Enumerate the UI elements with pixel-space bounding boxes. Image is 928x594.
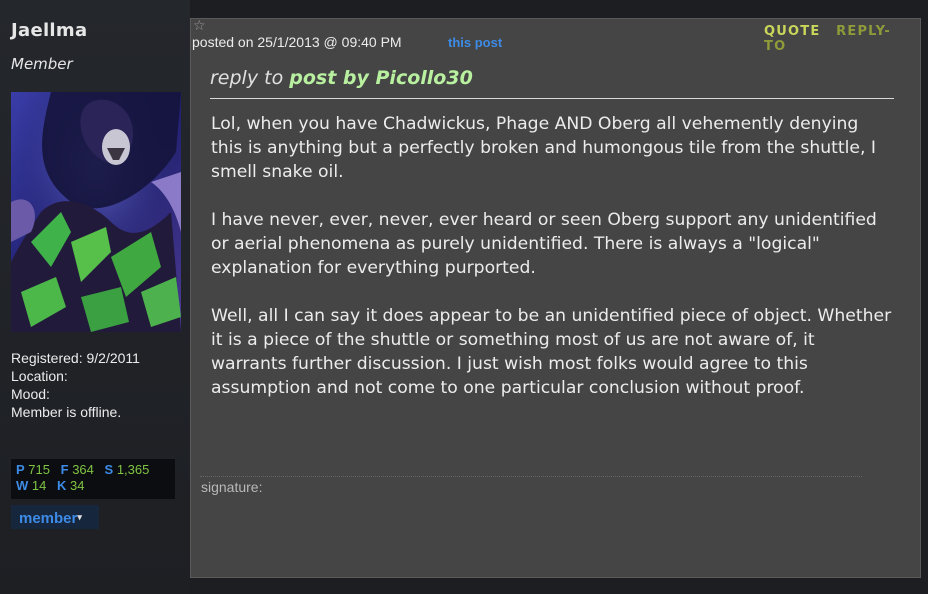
stat-f-value: 364 xyxy=(72,462,94,477)
stat-p-key: P xyxy=(16,462,25,477)
user-stats: P 715 F 364 S 1,365 W 14 K 34 xyxy=(11,459,175,499)
post-panel: ☆ posted on 25/1/2013 @ 09:40 PM this po… xyxy=(190,18,921,578)
location: Location: xyxy=(11,368,68,384)
registered-date: Registered: 9/2/2011 xyxy=(11,350,140,366)
posted-on: posted on 25/1/2013 @ 09:40 PM xyxy=(192,34,402,50)
stat-f-key: F xyxy=(60,462,69,477)
online-status: Member is offline. xyxy=(11,404,122,420)
avatar xyxy=(11,92,181,332)
signature-divider xyxy=(200,476,862,477)
user-rank: Member xyxy=(11,55,73,73)
stat-w-key: W xyxy=(16,478,29,493)
stat-k-key: K xyxy=(57,478,67,493)
signature-label: signature: xyxy=(201,479,263,495)
username[interactable]: Jaellma xyxy=(11,20,87,41)
this-post-link[interactable]: this post xyxy=(448,35,502,50)
post-paragraph: Lol, when you have Chadwickus, Phage AND… xyxy=(211,114,876,182)
stat-p-value: 715 xyxy=(28,462,50,477)
quote-button[interactable]: QUOTE xyxy=(764,24,820,39)
stat-s-key: S xyxy=(104,462,114,477)
post-paragraph: I have never, ever, never, ever heard or… xyxy=(211,210,877,278)
post-paragraph: Well, all I can say it does appear to be… xyxy=(211,306,892,398)
stat-k-value: 34 xyxy=(70,478,85,493)
member-menu-button[interactable]: member▾ xyxy=(11,505,99,529)
avatar-image xyxy=(11,92,181,332)
reply-prefix: reply to xyxy=(210,67,284,89)
member-button-label: member xyxy=(19,510,78,527)
user-sidebar: Jaellma Member Registered: 9/2/2011 Loca… xyxy=(0,0,190,594)
star-icon[interactable]: ☆ xyxy=(193,18,206,34)
post-body: Lol, when you have Chadwickus, Phage AND… xyxy=(211,112,895,424)
post-actions: QUOTE REPLY-TO xyxy=(764,24,920,54)
reply-link[interactable]: post by Picollo30 xyxy=(289,67,473,89)
mood: Mood: xyxy=(11,386,50,402)
stat-s-value: 1,365 xyxy=(116,462,150,477)
caret-down-icon: ▾ xyxy=(77,512,82,522)
stat-w-value: 14 xyxy=(31,478,47,493)
user-meta: Registered: 9/2/2011 Location: Mood: Mem… xyxy=(11,349,140,421)
reply-header: reply to post by Picollo30 xyxy=(210,67,894,99)
